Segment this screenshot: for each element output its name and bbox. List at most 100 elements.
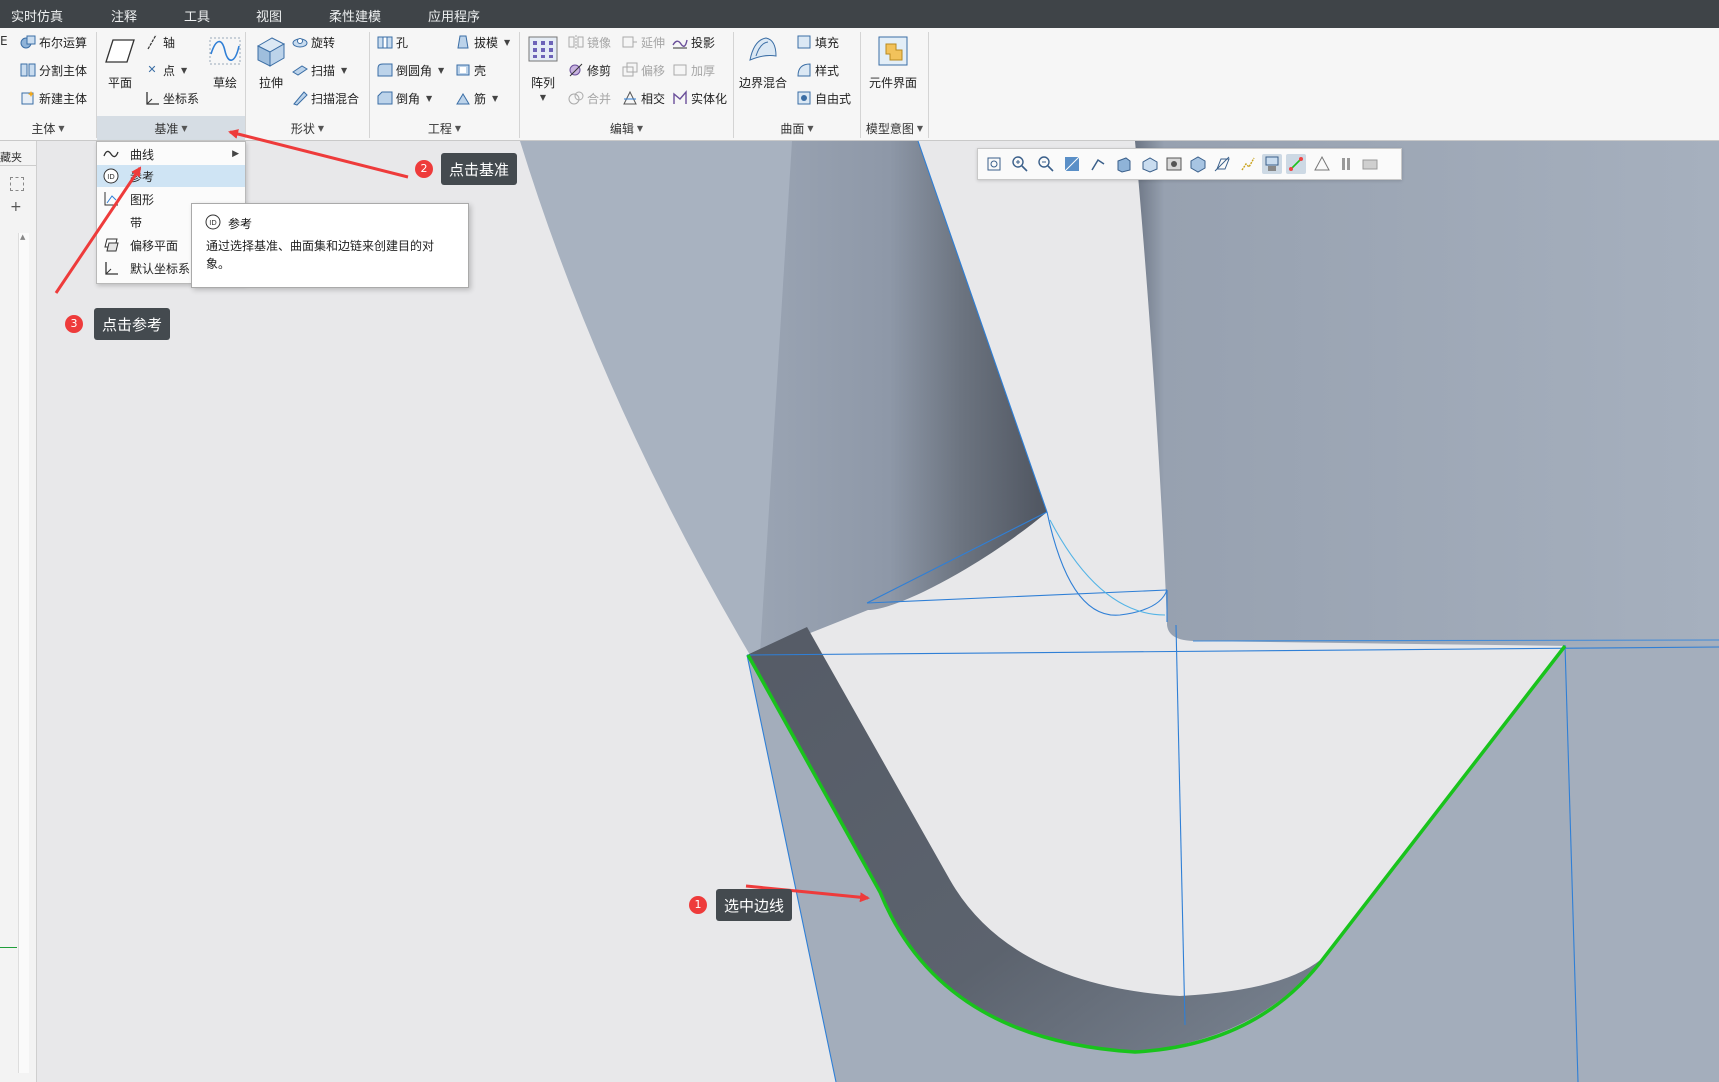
trim-button[interactable]: 修剪 bbox=[568, 60, 611, 80]
graph-icon bbox=[103, 191, 119, 207]
tab-tools[interactable]: 工具 bbox=[184, 6, 210, 25]
project-button[interactable]: 投影 bbox=[672, 32, 715, 52]
mirror-button[interactable]: 镜像 bbox=[568, 32, 611, 52]
sweep-button[interactable]: 扫描 ▼ bbox=[292, 60, 347, 80]
component-interface-button[interactable]: 元件界面 bbox=[869, 34, 917, 91]
chevron-down-icon: ▼ bbox=[539, 93, 547, 102]
view-manager-icon[interactable] bbox=[1164, 154, 1184, 174]
repaint-icon[interactable] bbox=[1062, 154, 1082, 174]
default-csys-icon bbox=[103, 260, 119, 276]
model-intent-group-label: 模型意图 bbox=[865, 121, 914, 136]
extend-icon bbox=[622, 34, 638, 50]
draft-button[interactable]: 拔模 ▼ bbox=[455, 32, 510, 52]
chevron-down-icon: ▼ bbox=[636, 123, 644, 133]
plane-button[interactable]: 平面 bbox=[103, 34, 137, 91]
close-view-icon[interactable] bbox=[1360, 154, 1380, 174]
chevron-down-icon: ▼ bbox=[504, 37, 511, 47]
hole-button[interactable]: 孔 bbox=[377, 32, 408, 52]
component-interface-label: 元件界面 bbox=[869, 76, 918, 90]
boundary-blend-button[interactable]: 边界混合 bbox=[739, 34, 787, 91]
extrude-icon bbox=[254, 34, 288, 68]
fill-icon bbox=[796, 34, 812, 50]
merge-button[interactable]: 合并 bbox=[568, 88, 611, 108]
thicken-icon bbox=[672, 62, 688, 78]
intersect-button[interactable]: 相交 bbox=[622, 88, 665, 108]
split-body-button[interactable]: 分割主体 bbox=[20, 60, 87, 80]
round-button[interactable]: 倒圆角 ▼ bbox=[377, 60, 444, 80]
chevron-down-icon: ▼ bbox=[341, 65, 348, 75]
offset-button[interactable]: 偏移 bbox=[622, 60, 665, 80]
menu-item-curve[interactable]: 曲线 ▶ bbox=[97, 143, 245, 165]
body-group-footer[interactable]: 主体 ▼ bbox=[0, 116, 96, 140]
svg-text:ID: ID bbox=[209, 219, 216, 227]
freestyle-label: 自由式 bbox=[815, 91, 852, 106]
menubar: 实时仿真 注释 工具 视图 柔性建模 应用程序 bbox=[0, 0, 1719, 28]
menu-item-label: 偏移平面 bbox=[130, 238, 179, 253]
vertical-scrollbar[interactable]: ▲ bbox=[18, 233, 29, 1073]
thicken-label: 加厚 bbox=[691, 63, 716, 78]
boolean-icon bbox=[20, 34, 36, 50]
chamfer-label: 倒角 bbox=[396, 91, 421, 106]
engineering-group-footer[interactable]: 工程 ▼ bbox=[370, 116, 519, 140]
shapes-group-footer[interactable]: 形状 ▼ bbox=[246, 116, 369, 140]
extend-button[interactable]: 延伸 bbox=[622, 32, 665, 52]
axis-button[interactable]: 轴 bbox=[144, 32, 175, 52]
favorites-tab-label[interactable]: 藏夹 bbox=[0, 149, 22, 165]
coordinate-system-button[interactable]: 坐标系 bbox=[144, 88, 199, 108]
freestyle-button[interactable]: 自由式 bbox=[796, 88, 851, 108]
sketch-label: 草绘 bbox=[212, 76, 237, 90]
spin-center-icon[interactable] bbox=[1088, 154, 1108, 174]
style-button[interactable]: 样式 bbox=[796, 60, 839, 80]
tab-applications[interactable]: 应用程序 bbox=[428, 6, 480, 25]
display-style-icon[interactable] bbox=[1114, 154, 1134, 174]
revolve-button[interactable]: 旋转 bbox=[292, 32, 335, 52]
filter-icon[interactable] bbox=[10, 177, 24, 191]
tab-annotate[interactable]: 注释 bbox=[111, 6, 137, 25]
tab-view[interactable]: 视图 bbox=[256, 6, 282, 25]
rib-button[interactable]: 筋 ▼ bbox=[455, 88, 498, 108]
pause-icon[interactable] bbox=[1336, 154, 1356, 174]
mirror-icon bbox=[568, 34, 584, 50]
chamfer-button[interactable]: 倒角 ▼ bbox=[377, 88, 432, 108]
extrude-button[interactable]: 拉伸 bbox=[254, 34, 288, 91]
solidify-label: 实体化 bbox=[691, 91, 728, 106]
tab-flexible-modeling[interactable]: 柔性建模 bbox=[329, 6, 381, 25]
shell-button[interactable]: 壳 bbox=[455, 60, 486, 80]
model-intent-group-footer[interactable]: 模型意图 ▼ bbox=[861, 116, 928, 140]
split-body-label: 分割主体 bbox=[39, 63, 88, 78]
fill-label: 填充 bbox=[815, 35, 840, 50]
menu-item-reference[interactable]: ID 参考 bbox=[97, 165, 245, 187]
add-icon[interactable]: + bbox=[10, 199, 22, 215]
solidify-button[interactable]: 实体化 bbox=[672, 88, 727, 108]
sketch-button[interactable]: 草绘 bbox=[208, 34, 242, 91]
upper-rib-surface bbox=[760, 141, 1047, 653]
fill-button[interactable]: 填充 bbox=[796, 32, 839, 52]
hole-icon bbox=[377, 34, 393, 50]
draft-icon bbox=[455, 34, 471, 50]
swept-blend-button[interactable]: 扫描混合 bbox=[292, 88, 359, 108]
tab-realtime-simulation[interactable]: 实时仿真 bbox=[11, 6, 63, 25]
new-body-button[interactable]: 新建主体 bbox=[20, 88, 87, 108]
thicken-button[interactable]: 加厚 bbox=[672, 60, 715, 80]
spin-center-display-icon[interactable] bbox=[1262, 154, 1282, 174]
callout-click-reference: 点击参考 bbox=[94, 308, 171, 340]
editing-group-footer[interactable]: 编辑 ▼ bbox=[520, 116, 733, 140]
datum-display-filters-icon[interactable] bbox=[1212, 154, 1232, 174]
annotation-display-icon[interactable] bbox=[1238, 154, 1258, 174]
surfaces-group-footer[interactable]: 曲面 ▼ bbox=[734, 116, 860, 140]
zoom-in-icon[interactable] bbox=[1010, 154, 1030, 174]
sweep-icon bbox=[292, 62, 308, 78]
project-icon bbox=[672, 34, 688, 50]
datum-group-footer[interactable]: 基准 ▼ bbox=[97, 116, 245, 140]
boolean-operation-button[interactable]: 布尔运算 bbox=[20, 32, 87, 52]
refit-icon[interactable] bbox=[984, 154, 1004, 174]
perspective-view-icon[interactable] bbox=[1188, 154, 1208, 174]
selection-filter-icon[interactable] bbox=[1286, 154, 1306, 174]
scroll-up-icon[interactable]: ▲ bbox=[20, 233, 25, 241]
saved-orientations-icon[interactable] bbox=[1140, 154, 1160, 174]
point-button[interactable]: ✕ 点 ▼ bbox=[144, 60, 187, 80]
zoom-out-icon[interactable] bbox=[1036, 154, 1056, 174]
editing-group-label: 编辑 bbox=[609, 121, 634, 136]
appearance-icon[interactable] bbox=[1312, 154, 1332, 174]
pattern-button[interactable]: 阵列 ▼ bbox=[526, 34, 560, 102]
